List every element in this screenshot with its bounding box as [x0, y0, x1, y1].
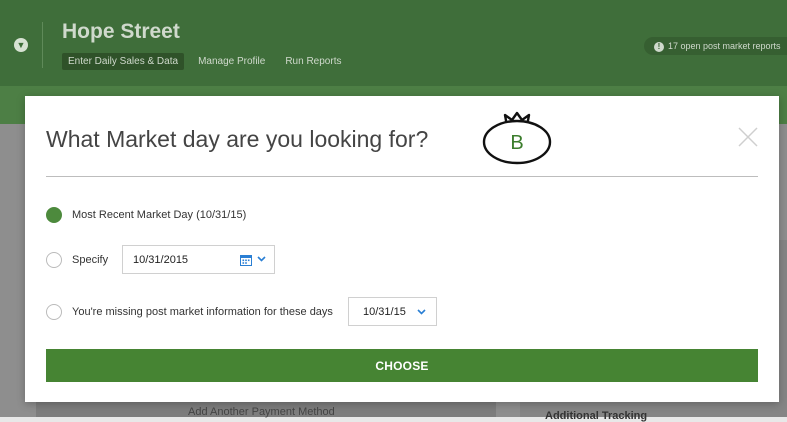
chevron-down-icon[interactable]	[417, 307, 426, 316]
option-missing-days-label: You're missing post market information f…	[72, 306, 333, 318]
close-icon[interactable]	[737, 126, 759, 148]
tomato-logo-icon: B	[482, 111, 552, 165]
market-title: Hope Street	[62, 20, 180, 43]
brand-letter: B	[510, 132, 523, 154]
calendar-icon[interactable]	[240, 254, 252, 266]
market-day-modal: What Market day are you looking for? B M…	[25, 96, 779, 402]
specify-date-field[interactable]: 10/31/2015	[122, 245, 275, 274]
radio-missing-days[interactable]	[46, 304, 62, 320]
open-reports-text: 17 open post market reports	[668, 41, 781, 51]
modal-title: What Market day are you looking for?	[46, 126, 429, 152]
add-payment-method-link: Add Another Payment Method	[188, 406, 335, 418]
radio-specify[interactable]	[46, 252, 62, 268]
nav-enter-daily-sales[interactable]: Enter Daily Sales & Data	[62, 53, 185, 70]
header-divider	[42, 22, 43, 68]
info-icon: !	[654, 42, 664, 52]
nav-run-reports[interactable]: Run Reports	[279, 53, 347, 70]
choose-button[interactable]: CHOOSE	[46, 349, 758, 382]
option-specify-label: Specify	[72, 254, 109, 266]
radio-most-recent[interactable]	[46, 207, 62, 223]
nav-manage-profile[interactable]: Manage Profile	[192, 53, 271, 70]
modal-divider	[46, 176, 758, 177]
option-missing-days[interactable]: You're missing post market information f…	[46, 304, 333, 320]
option-specify[interactable]: Specify	[46, 252, 108, 268]
additional-tracking-heading: Additional Tracking	[545, 410, 648, 422]
specify-date-value: 10/31/2015	[133, 253, 189, 266]
chevron-down-icon[interactable]: ▼	[14, 38, 28, 52]
chevron-down-icon[interactable]	[257, 254, 266, 263]
option-most-recent-label: Most Recent Market Day (10/31/15)	[72, 209, 247, 221]
app-nav: Enter Daily Sales & Data Manage Profile …	[62, 53, 347, 70]
open-reports-badge[interactable]: ! 17 open post market reports	[644, 37, 787, 55]
option-most-recent[interactable]: Most Recent Market Day (10/31/15)	[46, 207, 246, 223]
missing-days-select[interactable]: 10/31/15	[348, 297, 437, 326]
missing-days-value: 10/31/15	[363, 305, 406, 318]
